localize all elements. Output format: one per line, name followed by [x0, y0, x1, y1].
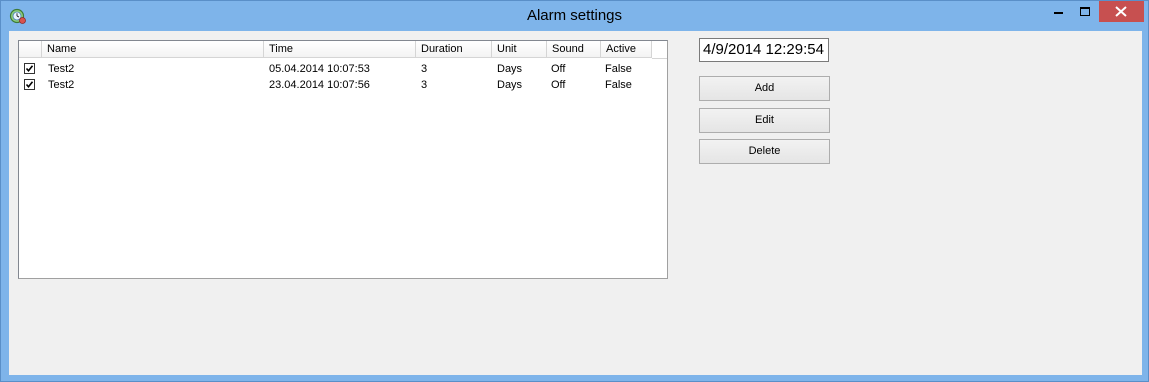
column-header-duration[interactable]: Duration — [416, 41, 492, 58]
title-bar[interactable]: Alarm settings — [1, 1, 1148, 31]
column-header-active[interactable]: Active — [601, 41, 652, 58]
column-header-check[interactable] — [19, 41, 42, 58]
edit-button[interactable]: Edit — [699, 108, 830, 133]
alarm-list[interactable]: Name Time Duration Unit Sound Active Tes… — [18, 40, 668, 279]
minimize-button[interactable] — [1045, 1, 1071, 22]
client-area: Name Time Duration Unit Sound Active Tes… — [9, 31, 1142, 375]
checkmark-icon — [25, 65, 34, 73]
column-header-unit[interactable]: Unit — [492, 41, 547, 58]
table-row[interactable]: Test2 23.04.2014 10:07:56 3 Days Off Fal… — [19, 77, 667, 93]
maximize-button[interactable] — [1072, 1, 1098, 22]
cell-active: False — [605, 63, 632, 75]
header-filler — [652, 41, 667, 59]
minimize-icon — [1054, 12, 1063, 14]
list-header: Name Time Duration Unit Sound Active — [19, 41, 667, 59]
cell-name: Test2 — [48, 79, 75, 91]
checkmark-icon — [25, 81, 34, 89]
cell-duration: 3 — [421, 63, 428, 75]
cell-active: False — [605, 79, 632, 91]
window-title: Alarm settings — [526, 7, 623, 24]
maximize-icon — [1080, 7, 1090, 16]
add-button[interactable]: Add — [699, 76, 830, 101]
cell-sound: Off — [551, 63, 566, 75]
alarm-settings-window: Alarm settings Name Time Duration Unit S… — [0, 0, 1149, 382]
cell-time: 05.04.2014 10:07:53 — [269, 63, 370, 75]
cell-sound: Off — [551, 79, 566, 91]
cell-unit: Days — [497, 79, 523, 91]
cell-unit: Days — [497, 63, 523, 75]
cell-duration: 3 — [421, 79, 428, 91]
cell-name: Test2 — [48, 63, 75, 75]
row-enabled-checkbox[interactable] — [24, 63, 35, 74]
column-header-time[interactable]: Time — [264, 41, 416, 58]
row-enabled-checkbox[interactable] — [24, 79, 35, 90]
close-button[interactable] — [1099, 1, 1144, 22]
delete-button[interactable]: Delete — [699, 139, 830, 164]
close-icon — [1115, 6, 1127, 17]
cell-time: 23.04.2014 10:07:56 — [269, 79, 370, 91]
datetime-field[interactable]: 4/9/2014 12:29:54 — [699, 38, 829, 62]
table-row[interactable]: Test2 05.04.2014 10:07:53 3 Days Off Fal… — [19, 61, 667, 77]
column-header-name[interactable]: Name — [42, 41, 264, 58]
column-header-sound[interactable]: Sound — [547, 41, 601, 58]
